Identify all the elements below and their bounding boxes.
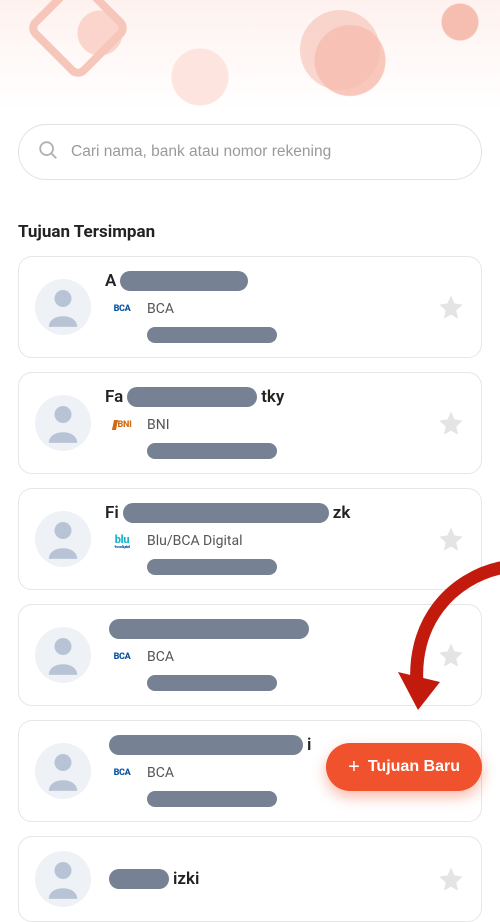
bank-name: BCA (147, 301, 174, 317)
bank-logo-icon: BCA (105, 297, 139, 321)
recipient-name: izki (105, 869, 465, 889)
fab-label: Tujuan Baru (368, 758, 460, 776)
redacted-account (147, 327, 277, 343)
avatar (35, 851, 91, 907)
add-recipient-button[interactable]: + Tujuan Baru (326, 743, 482, 791)
redacted-account (147, 675, 277, 691)
bank-name: BCA (147, 765, 174, 781)
plus-icon: + (348, 757, 360, 777)
redacted-name (109, 869, 169, 889)
recipient-name: Fa tky (105, 387, 465, 407)
favorite-star-icon[interactable] (437, 525, 465, 553)
redacted-account (147, 791, 277, 807)
bank-logo-icon: BCA (105, 645, 139, 669)
recipient-card[interactable]: Fi zk blu•BCADigital Blu/BCA Digital (18, 488, 482, 590)
search-icon (37, 139, 59, 165)
redacted-name (127, 387, 257, 407)
avatar (35, 511, 91, 567)
avatar (35, 743, 91, 799)
redacted-account (147, 443, 277, 459)
bank-name: BNI (147, 417, 170, 433)
bank-name: BCA (147, 649, 174, 665)
redacted-account (147, 559, 277, 575)
redacted-name (120, 271, 248, 291)
favorite-star-icon[interactable] (437, 641, 465, 669)
avatar (35, 627, 91, 683)
favorite-star-icon[interactable] (437, 409, 465, 437)
recipient-name: A (105, 271, 465, 291)
avatar (35, 395, 91, 451)
redacted-name (123, 503, 329, 523)
recipient-card[interactable]: izki (18, 836, 482, 922)
redacted-name (109, 735, 303, 755)
section-title-saved-recipients: Tujuan Tersimpan (0, 180, 500, 256)
search-bar[interactable] (18, 124, 482, 180)
bank-name: Blu/BCA Digital (147, 533, 243, 549)
recipient-list: A BCA BCA Fa tky (0, 256, 500, 922)
search-input[interactable] (71, 143, 463, 161)
redacted-name (109, 619, 309, 639)
recipient-name: Fi zk (105, 503, 465, 523)
favorite-star-icon[interactable] (437, 293, 465, 321)
avatar (35, 279, 91, 335)
recipient-card[interactable]: Fa tky BNI BNI (18, 372, 482, 474)
bank-logo-icon: BCA (105, 761, 139, 785)
recipient-name (105, 619, 465, 639)
recipient-card[interactable]: A BCA BCA (18, 256, 482, 358)
bank-logo-icon: blu•BCADigital (105, 529, 139, 553)
bank-logo-icon: BNI (105, 413, 139, 437)
recipient-card[interactable]: BCA BCA (18, 604, 482, 706)
decorative-banner (0, 0, 500, 110)
